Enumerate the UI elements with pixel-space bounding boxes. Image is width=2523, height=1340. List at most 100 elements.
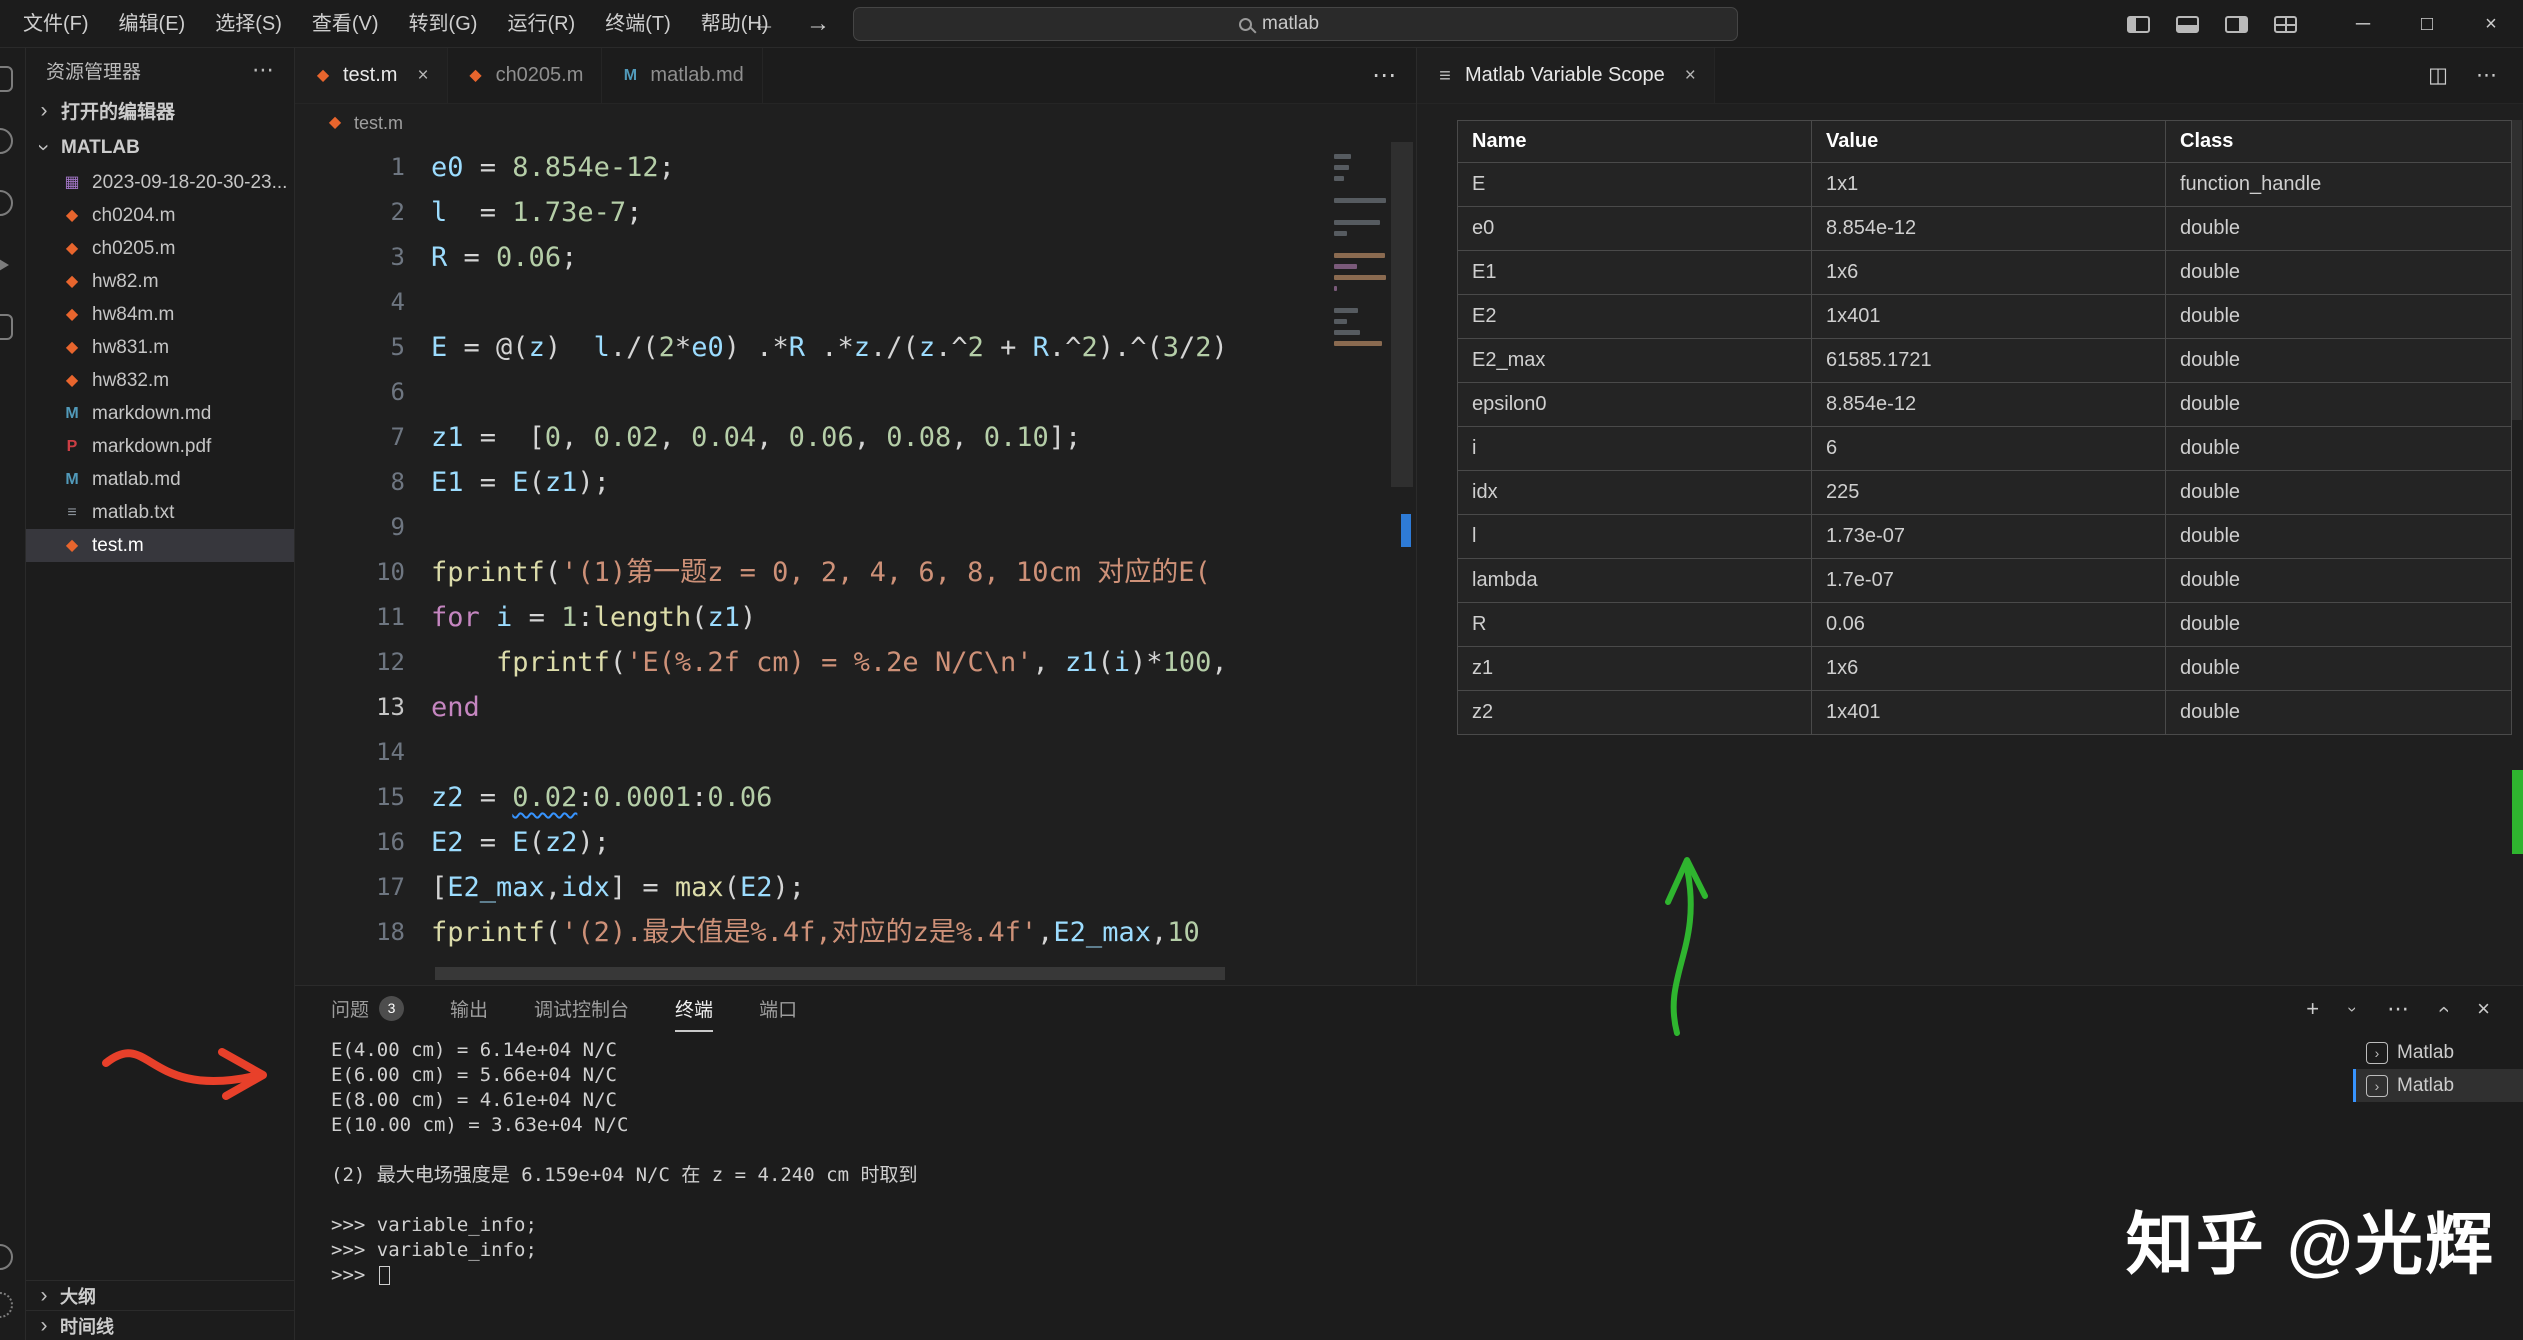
variable-cell[interactable]: 1x401 xyxy=(1812,691,2166,735)
file-item[interactable]: ◆hw82.m xyxy=(26,265,294,298)
new-terminal-icon[interactable]: + xyxy=(2306,996,2319,1022)
terminal-output[interactable]: E(4.00 cm) = 6.14e+04 N/CE(6.00 cm) = 5.… xyxy=(331,1038,2273,1336)
toggle-secondary-sidebar-icon[interactable] xyxy=(2225,16,2248,33)
variable-cell[interactable]: i xyxy=(1458,427,1812,471)
variable-cell[interactable]: double xyxy=(2166,691,2512,735)
variable-cell[interactable]: z1 xyxy=(1458,647,1812,691)
maximize-panel-icon[interactable]: › xyxy=(2433,1001,2454,1017)
back-icon[interactable]: ← xyxy=(752,10,776,38)
variable-cell[interactable]: 8.854e-12 xyxy=(1812,207,2166,251)
file-item[interactable]: Pmarkdown.pdf xyxy=(26,430,294,463)
close-button[interactable]: × xyxy=(2459,0,2523,48)
variable-cell[interactable]: lambda xyxy=(1458,559,1812,603)
minimap[interactable] xyxy=(1334,148,1386,352)
variable-cell[interactable]: double xyxy=(2166,207,2512,251)
file-item[interactable]: ◆test.m xyxy=(26,529,294,562)
file-item[interactable]: Mmatlab.md xyxy=(26,463,294,496)
minimize-button[interactable]: ─ xyxy=(2331,0,2395,48)
variable-cell[interactable]: function_handle xyxy=(2166,163,2512,207)
variable-cell[interactable]: double xyxy=(2166,339,2512,383)
panel-tab[interactable]: 输出 xyxy=(450,986,488,1032)
file-item[interactable]: Mmarkdown.md xyxy=(26,397,294,430)
variable-cell[interactable]: z2 xyxy=(1458,691,1812,735)
toggle-sidebar-icon[interactable] xyxy=(2127,16,2150,33)
menu-item[interactable]: 运行(R) xyxy=(492,0,590,48)
menu-item[interactable]: 终端(T) xyxy=(590,0,686,48)
horizontal-scrollbar[interactable] xyxy=(435,967,1225,980)
panel-tab[interactable]: 终端 xyxy=(675,986,713,1032)
variable-cell[interactable]: E1 xyxy=(1458,251,1812,295)
file-item[interactable]: ◆hw84m.m xyxy=(26,298,294,331)
variable-cell[interactable]: E xyxy=(1458,163,1812,207)
menu-item[interactable]: 查看(V) xyxy=(297,0,394,48)
account-icon[interactable] xyxy=(0,1244,13,1270)
variable-cell[interactable]: 61585.1721 xyxy=(1812,339,2166,383)
more-actions-icon[interactable]: ⋯ xyxy=(2476,63,2497,88)
file-item[interactable]: ▦2023-09-18-20-30-23... xyxy=(26,166,294,199)
variable-cell[interactable]: 1x401 xyxy=(1812,295,2166,339)
editor-tab[interactable]: ◆ch0205.m xyxy=(448,48,603,103)
file-item[interactable]: ≡matlab.txt xyxy=(26,496,294,529)
variable-cell[interactable]: R xyxy=(1458,603,1812,647)
terminal-list-item[interactable]: ›Matlab xyxy=(2353,1036,2523,1069)
open-editors-section[interactable]: › 打开的编辑器 xyxy=(26,92,294,129)
file-item[interactable]: ◆hw832.m xyxy=(26,364,294,397)
run-debug-icon[interactable] xyxy=(0,252,9,278)
variable-cell[interactable]: 1x6 xyxy=(1812,647,2166,691)
variable-cell[interactable]: 8.854e-12 xyxy=(1812,383,2166,427)
variable-scope-scrollbar[interactable] xyxy=(2512,120,2522,420)
variable-cell[interactable]: 6 xyxy=(1812,427,2166,471)
explorer-more-actions-icon[interactable]: ⋯ xyxy=(252,57,274,83)
explorer-icon[interactable] xyxy=(0,66,13,92)
variable-cell[interactable]: double xyxy=(2166,251,2512,295)
source-control-icon[interactable] xyxy=(0,190,13,216)
file-item[interactable]: ◆hw831.m xyxy=(26,331,294,364)
variable-cell[interactable]: 1.7e-07 xyxy=(1812,559,2166,603)
terminal-dropdown-icon[interactable]: › xyxy=(2345,1001,2362,1017)
tab-matlab-variable-scope[interactable]: ≡ Matlab Variable Scope × xyxy=(1417,48,1715,103)
search-icon[interactable] xyxy=(0,128,13,154)
close-panel-icon[interactable]: × xyxy=(2477,996,2490,1022)
split-editor-icon[interactable]: ◫ xyxy=(2428,63,2448,88)
variable-cell[interactable]: double xyxy=(2166,647,2512,691)
search-input[interactable] xyxy=(1262,13,1352,35)
variable-cell[interactable]: 225 xyxy=(1812,471,2166,515)
variable-cell[interactable]: 0.06 xyxy=(1812,603,2166,647)
variable-cell[interactable]: 1x1 xyxy=(1812,163,2166,207)
variable-cell[interactable]: double xyxy=(2166,559,2512,603)
variable-cell[interactable]: double xyxy=(2166,515,2512,559)
menu-item[interactable]: 选择(S) xyxy=(200,0,297,48)
file-item[interactable]: ◆ch0204.m xyxy=(26,199,294,232)
variable-cell[interactable]: e0 xyxy=(1458,207,1812,251)
variable-cell[interactable]: 1x6 xyxy=(1812,251,2166,295)
terminal-list-item[interactable]: ›Matlab xyxy=(2353,1069,2523,1102)
close-icon[interactable]: × xyxy=(1685,65,1696,87)
variable-cell[interactable]: E2_max xyxy=(1458,339,1812,383)
customize-layout-icon[interactable] xyxy=(2274,16,2297,33)
variable-cell[interactable]: l xyxy=(1458,515,1812,559)
maximize-button[interactable]: □ xyxy=(2395,0,2459,48)
settings-gear-icon[interactable] xyxy=(0,1292,13,1318)
forward-icon[interactable]: → xyxy=(806,10,830,38)
close-icon[interactable]: × xyxy=(417,65,428,87)
variable-cell[interactable]: E2 xyxy=(1458,295,1812,339)
variable-cell[interactable]: epsilon0 xyxy=(1458,383,1812,427)
variable-cell[interactable]: 1.73e-07 xyxy=(1812,515,2166,559)
editor-tab[interactable]: Mmatlab.md xyxy=(602,48,762,103)
outline-section[interactable]: › 大纲 xyxy=(26,1280,294,1310)
variable-cell[interactable]: idx xyxy=(1458,471,1812,515)
folder-section-matlab[interactable]: › MATLAB xyxy=(26,129,294,166)
menu-item[interactable]: 编辑(E) xyxy=(104,0,201,48)
toggle-panel-icon[interactable] xyxy=(2176,16,2199,33)
timeline-section[interactable]: › 时间线 xyxy=(26,1310,294,1340)
breadcrumb[interactable]: ◆ test.m xyxy=(295,104,1416,142)
variable-cell[interactable]: double xyxy=(2166,603,2512,647)
editor-tab[interactable]: ◆test.m× xyxy=(295,48,448,103)
panel-tab[interactable]: 调试控制台 xyxy=(534,986,629,1032)
extensions-icon[interactable] xyxy=(0,314,13,340)
file-item[interactable]: ◆ch0205.m xyxy=(26,232,294,265)
variable-cell[interactable]: double xyxy=(2166,471,2512,515)
variable-cell[interactable]: double xyxy=(2166,427,2512,471)
panel-tab[interactable]: 问题3 xyxy=(331,986,404,1032)
vertical-scrollbar[interactable] xyxy=(1388,142,1416,985)
